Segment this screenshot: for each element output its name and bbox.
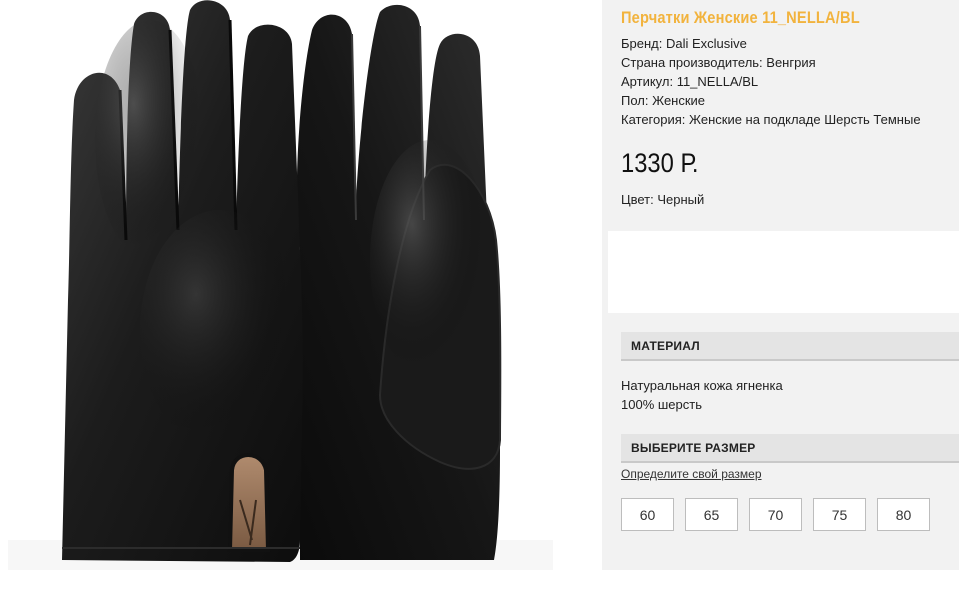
size-options: 60 65 70 75 80	[621, 498, 930, 531]
article-line: Артикул: 11_NELLA/BL	[621, 74, 759, 89]
size-option-65[interactable]: 65	[685, 498, 738, 531]
product-title: Перчатки Женские 11_NELLA/BL	[621, 8, 860, 27]
size-option-60[interactable]: 60	[621, 498, 674, 531]
material-line-1: Натуральная кожа ягненка	[621, 378, 783, 393]
gloves-photo	[8, 0, 553, 570]
product-meta: Бренд: Dali Exclusive Страна производите…	[621, 34, 921, 129]
product-image[interactable]	[0, 0, 602, 599]
product-info-panel: Перчатки Женские 11_NELLA/BL Бренд: Dali…	[602, 0, 959, 570]
country-line: Страна производитель: Венгрия	[621, 55, 816, 70]
size-heading: ВЫБЕРИТЕ РАЗМЕР	[621, 434, 959, 463]
right-glove	[296, 4, 502, 560]
material-heading: МАТЕРИАЛ	[621, 332, 959, 361]
size-option-70[interactable]: 70	[749, 498, 802, 531]
product-price: 1330 Р.	[621, 148, 699, 178]
material-description: Натуральная кожа ягненка 100% шерсть	[621, 376, 783, 414]
brand-line: Бренд: Dali Exclusive	[621, 36, 747, 51]
gender-line: Пол: Женские	[621, 93, 706, 108]
left-glove	[62, 0, 303, 562]
color-line: Цвет: Черный	[621, 192, 705, 207]
size-option-80[interactable]: 80	[877, 498, 930, 531]
size-option-75[interactable]: 75	[813, 498, 866, 531]
category-line: Категория: Женские на подкладе Шерсть Те…	[621, 112, 921, 127]
blank-content-box	[608, 231, 959, 313]
size-guide-link[interactable]: Определите свой размер	[621, 467, 762, 481]
material-line-2: 100% шерсть	[621, 397, 702, 412]
